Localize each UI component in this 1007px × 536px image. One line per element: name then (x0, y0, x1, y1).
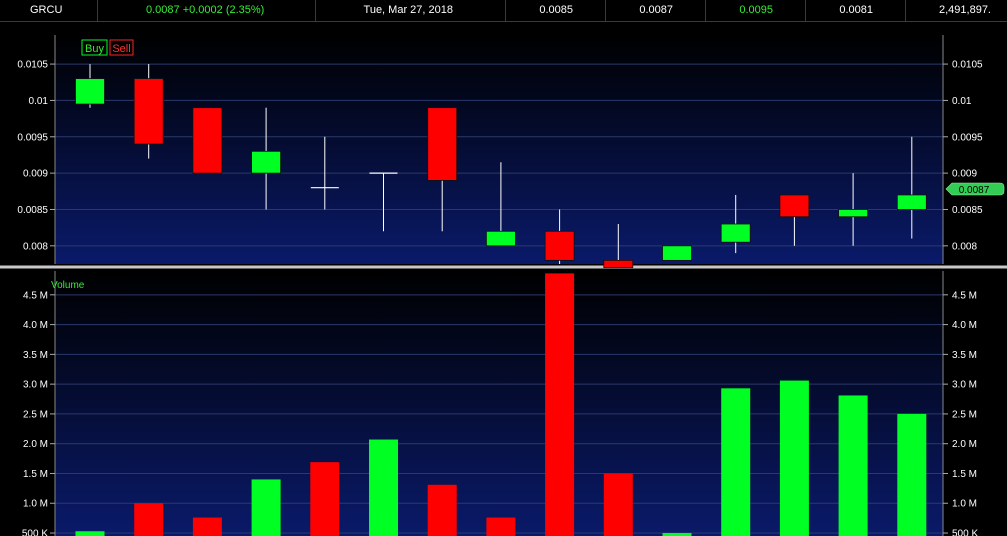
price-tick-label-left: 0.009 (23, 169, 48, 180)
symbol-cell: GRCU (0, 0, 98, 21)
candle-body[interactable] (251, 150, 282, 174)
volume-bar[interactable] (545, 273, 575, 536)
legend: Buy Sell (81, 39, 134, 56)
volume-bar[interactable] (251, 479, 281, 536)
volume-bar[interactable] (603, 473, 633, 536)
volume-tick-label-left: 2.5 M (23, 409, 48, 420)
candle-body[interactable] (720, 223, 751, 243)
price-badge-value: 0.0087 (959, 185, 990, 196)
legend-buy-label: Buy (85, 43, 104, 55)
candle-body[interactable] (192, 107, 223, 174)
volume-tick-label-left: 500 K (22, 529, 48, 536)
price-tick-label-left: 0.01 (29, 96, 49, 107)
volume-bar[interactable] (838, 395, 868, 536)
volume-tick-label-left: 1.0 M (23, 499, 48, 510)
legend-sell-label: Sell (112, 43, 130, 55)
volume-tick-label-left: 3.5 M (23, 350, 48, 361)
candle-body[interactable] (838, 209, 868, 218)
candle-body[interactable] (133, 78, 164, 145)
price-tick-label-right: 0.008 (952, 241, 977, 252)
volume-panel-bg (55, 271, 943, 536)
volume-tick-label-left: 3.0 M (23, 380, 48, 391)
volume-bar[interactable] (427, 484, 457, 536)
candle-body[interactable] (544, 230, 575, 261)
price-tick-label-right: 0.0085 (952, 205, 983, 216)
volume-tick-label-right: 2.0 M (952, 439, 977, 450)
open-cell: 0.0085 (506, 0, 606, 21)
candle-body[interactable] (427, 107, 458, 181)
volume-bar[interactable] (721, 388, 751, 536)
candle-body[interactable] (603, 259, 634, 269)
high-cell: 0.0095 (706, 0, 806, 21)
volume-tick-label-left: 4.5 M (23, 290, 48, 301)
date-cell: Tue, Mar 27, 2018 (316, 0, 506, 21)
price-tick-label-left: 0.0095 (17, 132, 48, 143)
volume-tick-label-right: 4.5 M (952, 290, 977, 301)
volume-tick-label-right: 4.0 M (952, 320, 977, 331)
volume-tick-label-right: 3.5 M (952, 350, 977, 361)
last-price-badge: 0.0087 (945, 182, 1005, 196)
candle-body[interactable] (75, 78, 105, 105)
volume-tick-label-right: 2.5 M (952, 409, 977, 420)
price-tick-label-right: 0.009 (952, 169, 977, 180)
candle-body[interactable] (662, 245, 692, 261)
volume-bar[interactable] (192, 517, 222, 536)
candle-body[interactable] (896, 194, 927, 210)
volume-bar[interactable] (369, 439, 398, 536)
volume-title: Volume (51, 280, 85, 291)
volume-tick-label-left: 4.0 M (23, 320, 48, 331)
last-change-cell: 0.0087 +0.0002 (2.35%) (98, 0, 316, 21)
volume-tick-label-right: 1.5 M (952, 469, 977, 480)
volume-tick-label-right: 500 K (952, 529, 978, 536)
candle-body[interactable] (779, 194, 810, 218)
price-tick-label-left: 0.0105 (17, 60, 48, 71)
volume-cell: 2,491,897. (939, 4, 991, 16)
volume-bar[interactable] (310, 462, 340, 536)
price-tick-label-right: 0.01 (952, 96, 972, 107)
quote-header: GRCU 0.0087 +0.0002 (2.35%) Tue, Mar 27,… (0, 0, 1007, 22)
volume-tick-label-right: 1.0 M (952, 499, 977, 510)
price-tick-label-right: 0.0105 (952, 60, 983, 71)
volume-bar[interactable] (486, 517, 516, 536)
volume-bar[interactable] (134, 503, 164, 536)
price-tick-label-left: 0.008 (23, 241, 48, 252)
volume-tick-label-left: 1.5 M (23, 469, 48, 480)
stock-chart[interactable]: 0.0105 0.0105 0.01 0.01 0.0095 0.0095 0.009 0.0… (0, 22, 1007, 536)
price-tick-label-left: 0.0085 (17, 205, 48, 216)
low-cell: 0.0081 (806, 0, 906, 21)
mid-cell: 0.0087 (606, 0, 706, 21)
volume-bar[interactable] (75, 531, 105, 536)
price-tick-label-right: 0.0095 (952, 132, 983, 143)
price-panel-bg (55, 35, 943, 264)
volume-tick-label-right: 3.0 M (952, 380, 977, 391)
volume-bar[interactable] (779, 380, 809, 536)
volume-bar[interactable] (897, 413, 927, 536)
volume-tick-label-left: 2.0 M (23, 439, 48, 450)
candle-body[interactable] (485, 230, 516, 247)
